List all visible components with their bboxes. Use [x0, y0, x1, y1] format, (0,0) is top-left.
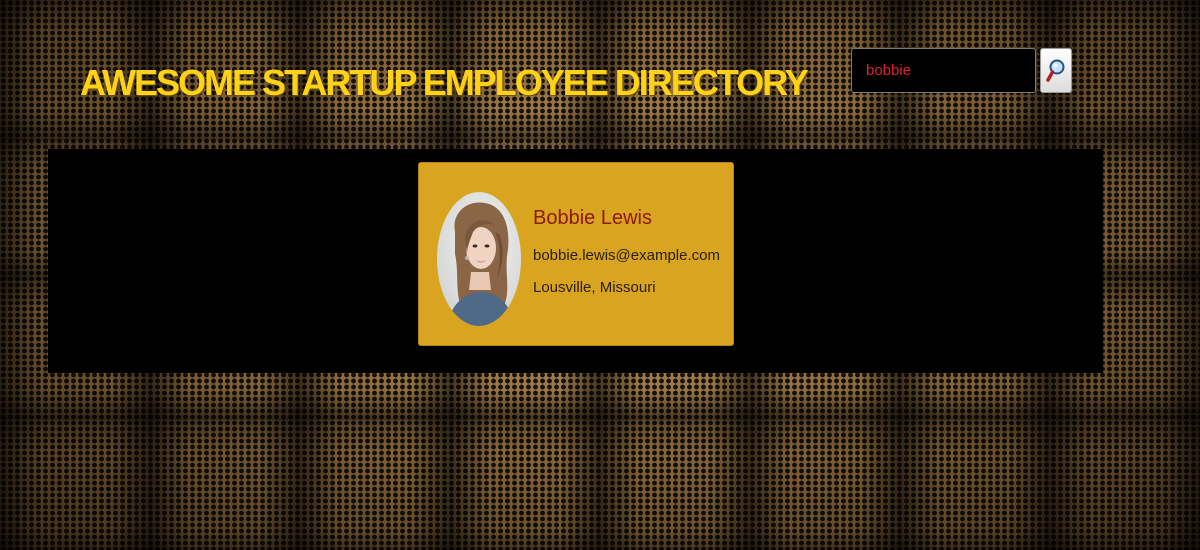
search-button[interactable] [1040, 48, 1072, 93]
employee-email: bobbie.lewis@example.com [533, 247, 720, 264]
avatar-photo-icon [437, 192, 521, 326]
employee-location: Lousville, Missouri [533, 279, 656, 296]
header: AWESOME STARTUP EMPLOYEE DIRECTORY [0, 0, 1200, 140]
employee-avatar [437, 192, 521, 326]
page: AWESOME STARTUP EMPLOYEE DIRECTORY bobbi… [0, 0, 1200, 550]
page-title: AWESOME STARTUP EMPLOYEE DIRECTORY [80, 62, 809, 103]
magnifier-icon [1046, 59, 1065, 82]
employee-card[interactable]: Bobbie Lewis bobbie.lewis@example.com Lo… [418, 162, 734, 346]
search-input[interactable] [851, 48, 1036, 93]
employee-gallery: Bobbie Lewis bobbie.lewis@example.com Lo… [48, 149, 1103, 373]
search-form [851, 48, 1072, 93]
employee-name: Bobbie Lewis [533, 207, 652, 229]
